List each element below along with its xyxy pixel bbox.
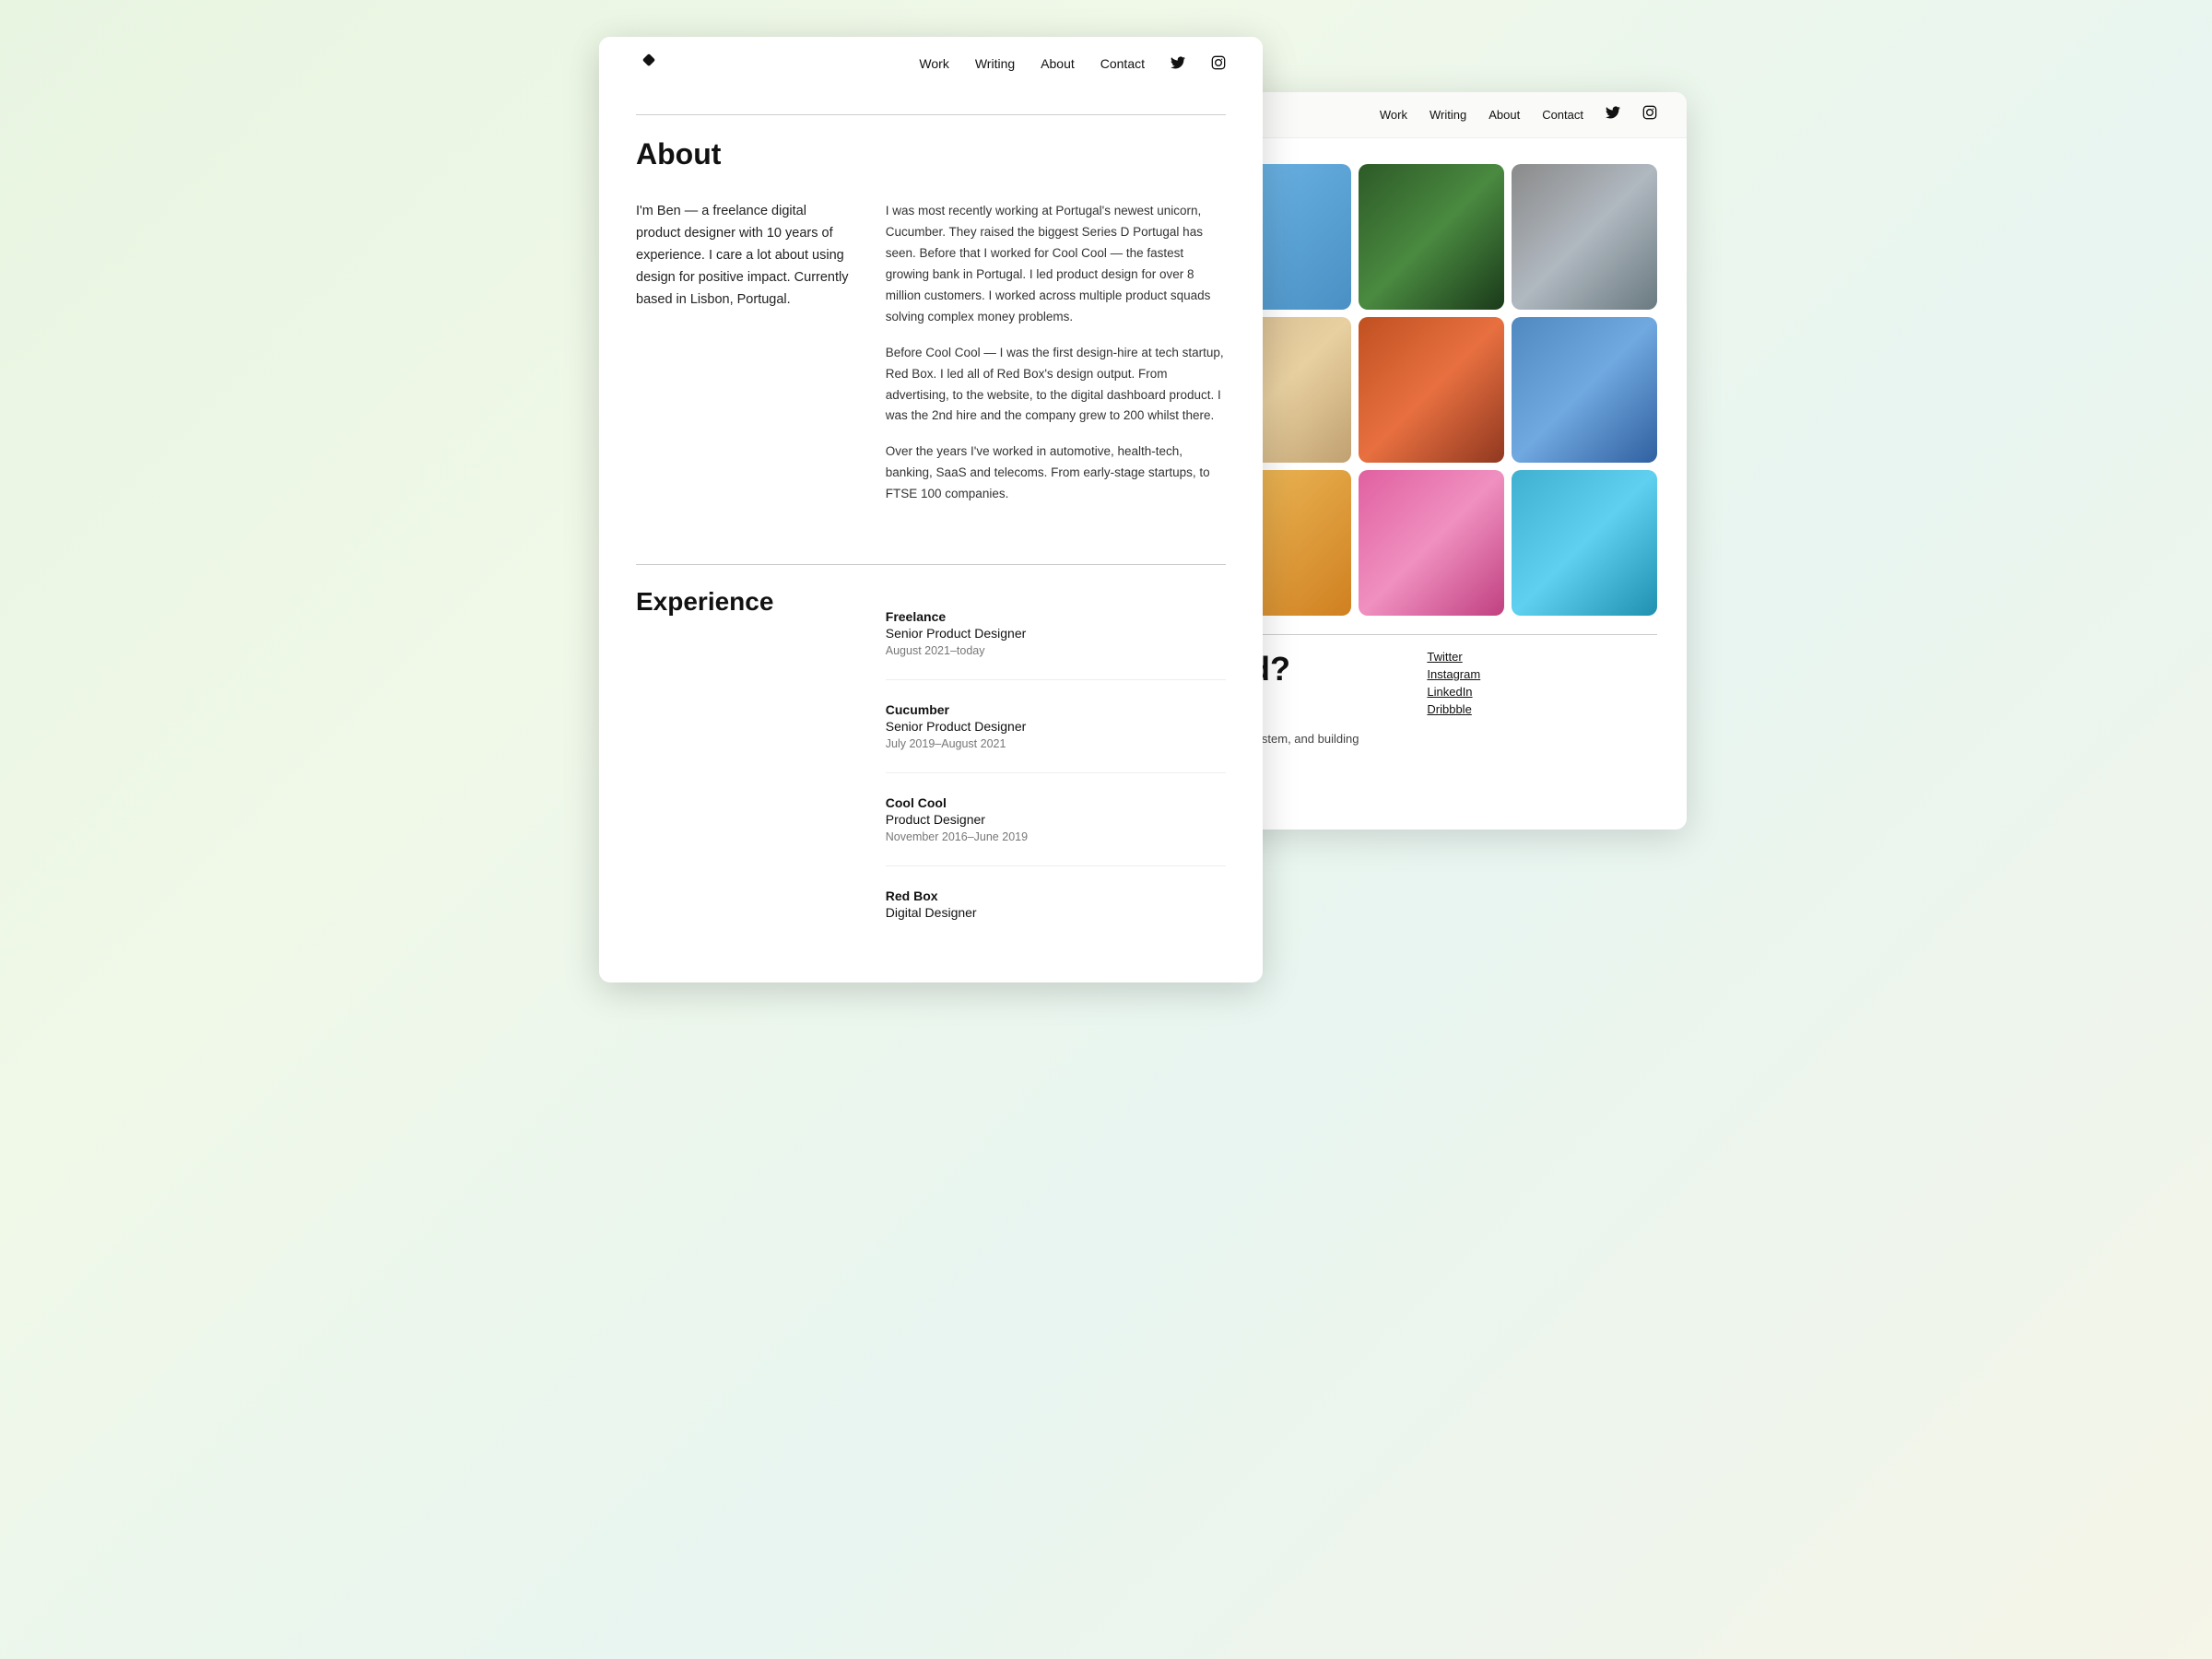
exp-company-1: Freelance [886,609,1226,624]
experience-grid: Experience Freelance Senior Product Desi… [636,587,1226,946]
back-linkedin-link[interactable]: LinkedIn [1427,685,1657,699]
exp-item-1: Freelance Senior Product Designer August… [886,587,1226,680]
exp-company-3: Cool Cool [886,795,1226,810]
back-twitter-icon[interactable] [1606,105,1620,120]
instagram-icon[interactable] [1211,55,1226,70]
back-nav-work[interactable]: Work [1380,108,1407,122]
about-intro: I'm Ben — a freelance digital product de… [636,201,849,520]
exp-date-3: November 2016–June 2019 [886,830,1226,843]
twitter-icon[interactable] [1171,55,1185,70]
photo-4 [1512,164,1657,310]
photo-7 [1359,317,1504,463]
photo-8 [1512,317,1657,463]
photo-3 [1359,164,1504,310]
about-divider [636,114,1226,115]
nav-links: Work Writing About Contact [919,55,1226,75]
exp-role-4: Digital Designer [886,905,1226,920]
exp-item-3: Cool Cool Product Designer November 2016… [886,773,1226,866]
back-dribbble-link[interactable]: Dribbble [1427,702,1657,716]
exp-item-2: Cucumber Senior Product Designer July 20… [886,680,1226,773]
back-nav-writing[interactable]: Writing [1430,108,1466,122]
exp-role-1: Senior Product Designer [886,626,1226,641]
main-nav: Work Writing About Contact [599,37,1263,92]
back-nav-contact[interactable]: Contact [1542,108,1583,122]
exp-role-3: Product Designer [886,812,1226,827]
back-instagram-icon[interactable] [1642,105,1657,120]
about-para-1: I was most recently working at Portugal'… [886,201,1226,328]
nav-writing[interactable]: Writing [975,56,1015,71]
exp-company-4: Red Box [886,888,1226,903]
exp-date-2: July 2019–August 2021 [886,737,1226,750]
photo-12 [1512,470,1657,616]
about-grid: I'm Ben — a freelance digital product de… [636,201,1226,520]
back-instagram-link[interactable]: Instagram [1427,667,1657,681]
front-window: Work Writing About Contact About [599,37,1263,982]
exp-item-4: Red Box Digital Designer [886,866,1226,946]
photo-11 [1359,470,1504,616]
back-nav-about[interactable]: About [1488,108,1520,122]
experience-section: Experience Freelance Senior Product Desi… [636,564,1226,946]
experience-left: Experience [636,587,849,946]
about-title: About [636,137,1226,171]
logo[interactable] [636,52,662,77]
experience-title: Experience [636,587,849,617]
exp-date-1: August 2021–today [886,644,1226,657]
exp-role-2: Senior Product Designer [886,719,1226,734]
about-para-2: Before Cool Cool — I was the first desig… [886,343,1226,428]
nav-work[interactable]: Work [919,56,948,71]
back-twitter-link[interactable]: Twitter [1427,650,1657,664]
main-content: About I'm Ben — a freelance digital prod… [599,92,1263,982]
about-body: I was most recently working at Portugal'… [886,201,1226,520]
experience-right: Freelance Senior Product Designer August… [886,587,1226,946]
back-social-links: Twitter Instagram LinkedIn Dribbble [1427,650,1657,716]
exp-company-2: Cucumber [886,702,1226,717]
back-social-section: Twitter Instagram LinkedIn Dribbble [1427,650,1657,782]
nav-contact[interactable]: Contact [1100,56,1145,71]
nav-about[interactable]: About [1041,56,1075,71]
about-para-3: Over the years I've worked in automotive… [886,441,1226,505]
back-nav-links: Work Writing About Contact [1380,105,1657,124]
